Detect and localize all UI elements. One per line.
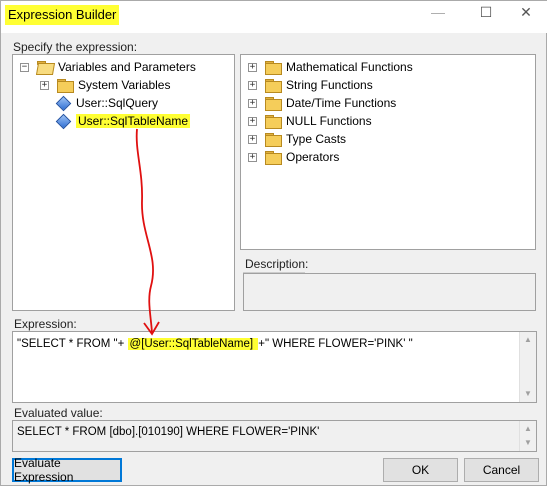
expression-scrollbar[interactable]: ▲ ▼ <box>519 332 536 402</box>
title-bar: Expression Builder — ☐ ✕ <box>1 1 547 33</box>
expression-builder-window: Expression Builder — ☐ ✕ Specify the exp… <box>0 0 547 486</box>
folder-icon <box>265 97 282 111</box>
scroll-down-icon[interactable]: ▼ <box>520 435 536 451</box>
folder-icon <box>265 115 282 129</box>
tree-node-label: NULL Functions <box>286 114 372 128</box>
variable-icon <box>55 95 72 111</box>
functions-tree-panel[interactable]: + Mathematical Functions + String Functi… <box>240 54 536 250</box>
folder-icon <box>265 133 282 147</box>
variable-icon <box>55 113 72 129</box>
expression-label: Expression: <box>14 317 77 331</box>
ok-button[interactable]: OK <box>383 458 458 482</box>
expression-text-end: +" WHERE FLOWER='PINK' " <box>258 338 413 350</box>
variables-tree-panel[interactable]: − Variables and Parameters + System Vari… <box>12 54 235 311</box>
folder-open-icon <box>37 61 53 73</box>
description-box <box>243 273 536 311</box>
cancel-button[interactable]: Cancel <box>464 458 539 482</box>
evaluated-value-box: SELECT * FROM [dbo].[010190] WHERE FLOWE… <box>12 420 537 452</box>
folder-icon <box>265 61 282 75</box>
expand-icon[interactable]: + <box>248 98 257 108</box>
scroll-down-icon[interactable]: ▼ <box>520 386 536 402</box>
tree-node-label: Variables and Parameters <box>58 60 196 74</box>
tree-node-label: User::SqlTableName <box>76 114 191 128</box>
expression-textbox[interactable]: "SELECT * FROM "+ @[User::SqlTableName] … <box>12 331 537 403</box>
tree-node-datetime-functions[interactable]: + Date/Time Functions <box>248 94 396 112</box>
scroll-up-icon[interactable]: ▲ <box>520 332 536 348</box>
minimize-button[interactable]: — <box>415 1 461 23</box>
window-title: Expression Builder <box>5 5 120 25</box>
folder-icon <box>57 79 74 93</box>
evaluated-value-label: Evaluated value: <box>14 406 103 420</box>
tree-node-label: Type Casts <box>286 132 347 146</box>
folder-icon <box>265 151 282 165</box>
specify-expression-label: Specify the expression: <box>13 40 138 54</box>
tree-node-null-functions[interactable]: + NULL Functions <box>248 112 372 130</box>
tree-node-label: User::SqlQuery <box>76 96 159 110</box>
expand-icon[interactable]: + <box>248 116 257 126</box>
tree-node-label: Mathematical Functions <box>286 60 413 74</box>
tree-node-string-functions[interactable]: + String Functions <box>248 76 373 94</box>
expression-variable-highlight: @[User::SqlTableName] <box>127 338 259 350</box>
evaluated-scrollbar[interactable]: ▲ ▼ <box>519 421 536 451</box>
tree-node-label: Date/Time Functions <box>286 96 397 110</box>
tree-node-type-casts[interactable]: + Type Casts <box>248 130 346 148</box>
expand-icon[interactable]: + <box>40 80 49 90</box>
tree-node-system-variables[interactable]: + System Variables <box>40 76 170 94</box>
evaluated-value-text: SELECT * FROM [dbo].[010190] WHERE FLOWE… <box>17 426 320 438</box>
evaluate-expression-button[interactable]: Evaluate Expression <box>12 456 122 484</box>
tree-node-label: Operators <box>286 150 340 164</box>
tree-node-operators[interactable]: + Operators <box>248 148 339 166</box>
tree-node-user-sqlquery[interactable]: User::SqlQuery <box>55 94 159 112</box>
expression-text-start: "SELECT * FROM "+ <box>17 338 128 350</box>
expand-icon[interactable]: + <box>248 134 257 144</box>
expand-icon[interactable]: + <box>248 80 257 90</box>
tree-node-mathematical-functions[interactable]: + Mathematical Functions <box>248 58 413 76</box>
collapse-icon[interactable]: − <box>20 62 29 72</box>
description-label: Description: <box>243 257 309 273</box>
folder-icon <box>265 79 282 93</box>
expand-icon[interactable]: + <box>248 62 257 72</box>
tree-node-user-sqltablename[interactable]: User::SqlTableName <box>55 112 191 130</box>
tree-node-label: String Functions <box>286 78 373 92</box>
expand-icon[interactable]: + <box>248 152 257 162</box>
close-button[interactable]: ✕ <box>503 1 547 23</box>
tree-node-label: System Variables <box>78 78 171 92</box>
tree-node-variables-and-parameters[interactable]: − Variables and Parameters <box>20 58 196 76</box>
